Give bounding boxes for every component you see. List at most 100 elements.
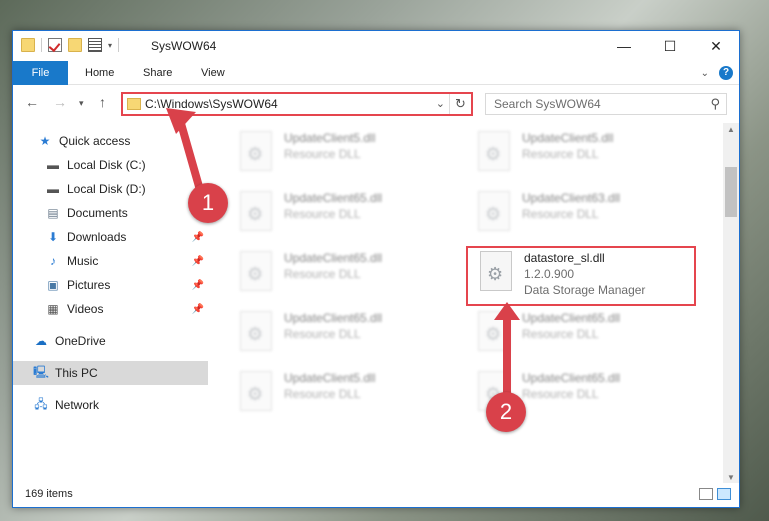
file-item[interactable]: UpdateClient65.dll Resource DLL xyxy=(236,307,456,359)
address-path[interactable]: C:\Windows\SysWOW64 xyxy=(145,97,278,111)
file-type: Resource DLL xyxy=(284,147,361,161)
folder-icon xyxy=(127,98,141,110)
tab-home[interactable]: Home xyxy=(71,61,128,85)
sidebar-item-this-pc[interactable]: 🖳 This PC xyxy=(13,361,208,385)
sidebar-item-label: Quick access xyxy=(59,134,131,148)
file-type: Resource DLL xyxy=(522,207,599,221)
file-type: Resource DLL xyxy=(522,147,599,161)
network-icon: 🖧 xyxy=(34,396,48,411)
recent-locations-chevron-icon[interactable]: ▾ xyxy=(79,98,84,109)
sidebar-item-music[interactable]: ♪ Music 📌 xyxy=(13,249,208,273)
file-item[interactable]: UpdateClient5.dll Resource DLL xyxy=(236,367,456,419)
divider xyxy=(118,38,120,52)
dll-file-icon xyxy=(240,251,272,291)
file-type: Resource DLL xyxy=(284,327,361,341)
sidebar-item-local-disk-c[interactable]: ▬ Local Disk (C:) xyxy=(13,153,208,177)
close-button[interactable]: ✕ xyxy=(693,31,739,61)
pin-icon[interactable]: 📌 xyxy=(192,280,204,291)
scroll-thumb[interactable] xyxy=(725,167,737,217)
sidebar-item-label: Network xyxy=(55,398,100,412)
star-icon: ★ xyxy=(39,134,51,148)
videos-icon: ▦ xyxy=(47,302,59,316)
pin-icon[interactable]: 📌 xyxy=(192,304,204,315)
window-title: SysWOW64 xyxy=(151,39,217,53)
back-arrow-icon[interactable]: ← xyxy=(25,94,39,110)
search-icon[interactable]: ⚲ xyxy=(710,96,720,112)
tab-file[interactable]: File xyxy=(13,61,68,85)
pin-icon[interactable]: 📌 xyxy=(192,232,204,243)
sidebar-item-videos[interactable]: ▦ Videos 📌 xyxy=(13,297,208,321)
dll-file-icon xyxy=(478,311,510,351)
file-type: Resource DLL xyxy=(284,387,361,401)
file-name: UpdateClient65.dll xyxy=(284,311,383,325)
file-item[interactable]: UpdateClient5.dll Resource DLL xyxy=(474,127,694,179)
music-icon: ♪ xyxy=(50,254,56,268)
up-arrow-icon[interactable]: ↑ xyxy=(99,94,106,110)
sidebar-item-onedrive[interactable]: ☁ OneDrive xyxy=(13,329,208,353)
minimize-button[interactable]: — xyxy=(601,31,647,61)
file-item[interactable]: UpdateClient63.dll Resource DLL xyxy=(474,187,694,239)
sidebar-item-local-disk-d[interactable]: ▬ Local Disk (D:) xyxy=(13,177,208,201)
sidebar-item-label: Local Disk (D:) xyxy=(67,182,146,196)
address-bar-row: ← → ▾ ↑ C:\Windows\SysWOW64 ⌄ ↻ Search S… xyxy=(13,86,739,120)
tab-share[interactable]: Share xyxy=(129,61,186,85)
file-name: UpdateClient65.dll xyxy=(522,371,621,385)
properties-check-icon[interactable] xyxy=(48,38,62,52)
file-name: UpdateClient5.dll xyxy=(522,131,614,145)
sidebar-item-pictures[interactable]: ▣ Pictures 📌 xyxy=(13,273,208,297)
file-type: Resource DLL xyxy=(522,327,599,341)
details-view-icon[interactable] xyxy=(699,488,713,500)
pictures-icon: ▣ xyxy=(47,278,59,292)
drive-icon: ▬ xyxy=(47,158,59,172)
forward-arrow-icon[interactable]: → xyxy=(53,94,67,110)
download-icon: ⬇ xyxy=(47,230,59,244)
pin-icon[interactable]: 📌 xyxy=(192,256,204,267)
status-bar: 169 items xyxy=(13,483,739,507)
sidebar-item-label: OneDrive xyxy=(55,334,106,348)
sidebar-item-label: Videos xyxy=(67,302,104,316)
sidebar-item-downloads[interactable]: ⬇ Downloads 📌 xyxy=(13,225,208,249)
folder-icon[interactable] xyxy=(21,38,35,52)
file-item[interactable]: UpdateClient65.dll Resource DLL xyxy=(474,307,694,359)
sidebar-item-label: Documents xyxy=(67,206,128,220)
computer-icon: 🖳 xyxy=(33,364,50,379)
sidebar-item-documents[interactable]: ▤ Documents xyxy=(13,201,208,225)
file-item[interactable]: UpdateClient65.dll Resource DLL xyxy=(236,247,456,299)
dll-file-icon xyxy=(240,371,272,411)
file-item[interactable]: UpdateClient5.dll Resource DLL xyxy=(236,127,456,179)
dll-file-icon xyxy=(240,191,272,231)
sidebar-item-network[interactable]: 🖧 Network xyxy=(13,393,208,417)
file-name: UpdateClient5.dll xyxy=(284,131,376,145)
file-type: Resource DLL xyxy=(284,207,361,221)
step-2-badge: 2 xyxy=(486,392,526,432)
address-input[interactable]: C:\Windows\SysWOW64 ⌄ ↻ xyxy=(121,92,473,116)
quick-access-toolbar: ▾ xyxy=(21,38,120,52)
navigation-pane: ★ Quick access ▬ Local Disk (C:) ▬ Local… xyxy=(13,123,208,485)
file-type: Resource DLL xyxy=(284,267,361,281)
search-placeholder: Search SysWOW64 xyxy=(494,97,601,111)
file-name: UpdateClient65.dll xyxy=(284,191,383,205)
file-name: UpdateClient63.dll xyxy=(522,191,621,205)
chevron-down-icon[interactable]: ⌄ xyxy=(701,68,709,79)
tab-view[interactable]: View xyxy=(187,61,239,85)
scroll-up-icon[interactable]: ▲ xyxy=(723,123,739,137)
large-icons-view-icon[interactable] xyxy=(717,488,731,500)
chevron-down-icon[interactable]: ⌄ xyxy=(436,97,445,110)
vertical-scrollbar[interactable]: ▲ ▼ xyxy=(723,123,739,485)
new-folder-icon[interactable] xyxy=(68,38,82,52)
ribbon-tabs: File Home Share View ⌄ ? xyxy=(13,61,739,85)
file-name: UpdateClient5.dll xyxy=(284,371,376,385)
title-bar: ▾ SysWOW64 — ☐ ✕ xyxy=(13,31,739,61)
file-item[interactable]: UpdateClient65.dll Resource DLL xyxy=(236,187,456,239)
file-name: UpdateClient65.dll xyxy=(522,311,621,325)
documents-icon: ▤ xyxy=(47,206,59,220)
dll-file-icon xyxy=(478,191,510,231)
maximize-button[interactable]: ☐ xyxy=(647,31,693,61)
refresh-icon[interactable]: ↻ xyxy=(449,94,471,114)
properties-icon[interactable] xyxy=(88,38,102,52)
item-count: 169 items xyxy=(25,488,73,500)
search-input[interactable]: Search SysWOW64 ⚲ xyxy=(485,93,727,115)
sidebar-item-quick-access[interactable]: ★ Quick access xyxy=(13,129,208,153)
help-icon[interactable]: ? xyxy=(719,66,733,80)
chevron-down-icon[interactable]: ▾ xyxy=(108,41,112,50)
